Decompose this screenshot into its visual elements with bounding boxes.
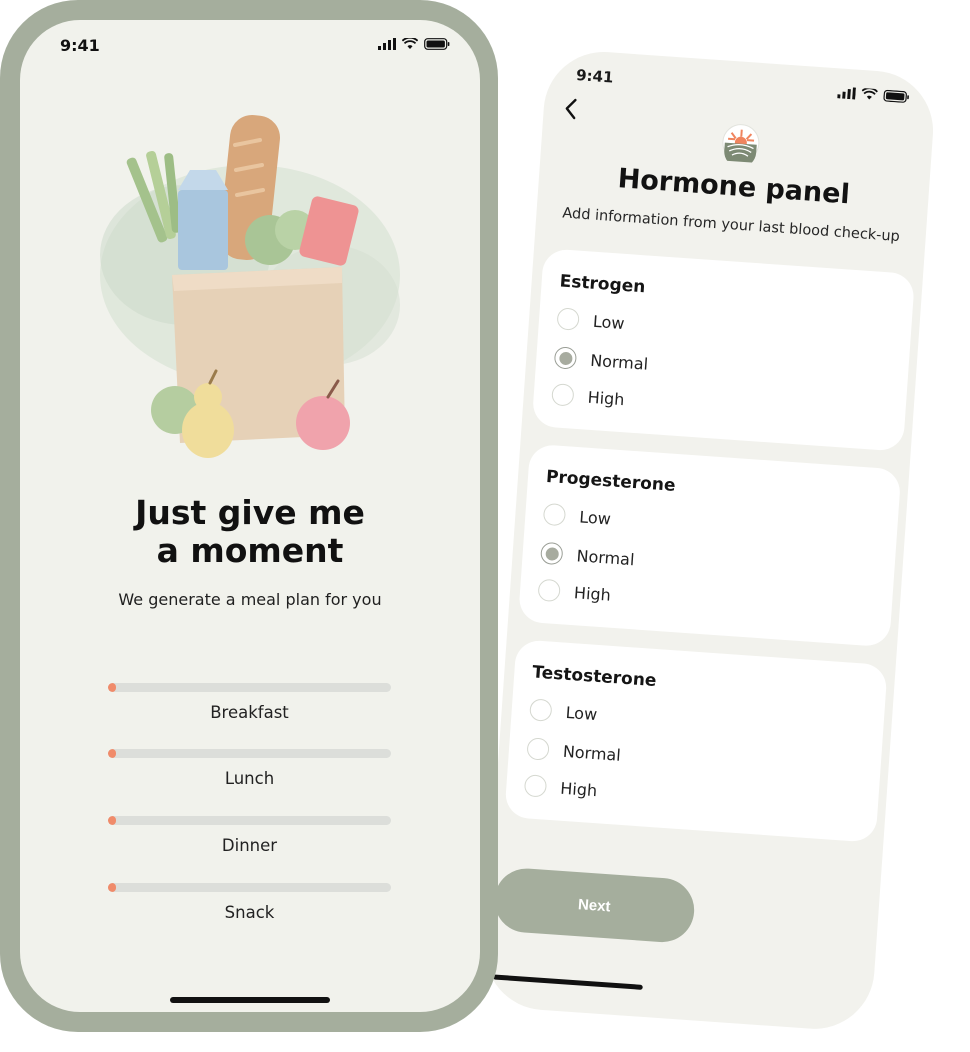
page-title-line1: Just give me bbox=[135, 493, 365, 532]
progress-label: Breakfast bbox=[210, 703, 289, 722]
status-time: 9:41 bbox=[575, 66, 615, 87]
status-time: 9:41 bbox=[60, 36, 100, 55]
progress-bar bbox=[108, 749, 391, 758]
option-label: Normal bbox=[576, 545, 636, 569]
option-progesterone-high[interactable]: High bbox=[537, 578, 612, 606]
radio-button-selected[interactable] bbox=[540, 541, 564, 566]
estrogen-card: Estrogen Low Normal High bbox=[531, 248, 916, 452]
radio-button-selected[interactable] bbox=[553, 346, 578, 370]
section-title: Progesterone bbox=[545, 466, 677, 496]
page-title: Just give me a moment bbox=[20, 494, 480, 570]
signal-icon bbox=[378, 38, 396, 50]
battery-icon bbox=[424, 38, 450, 50]
option-testosterone-high[interactable]: High bbox=[523, 774, 598, 801]
phone-meal-plan: 9:41 Just give me a moment We generate a… bbox=[0, 0, 498, 1032]
progress-fill bbox=[108, 883, 117, 892]
page-subtitle: We generate a meal plan for you bbox=[118, 590, 382, 609]
option-progesterone-normal[interactable]: Normal bbox=[540, 541, 636, 570]
option-label: Low bbox=[578, 506, 612, 529]
home-indicator[interactable] bbox=[492, 974, 643, 990]
radio-button[interactable] bbox=[526, 737, 550, 761]
option-label: Normal bbox=[589, 350, 649, 374]
option-label: High bbox=[573, 582, 612, 605]
radio-button[interactable] bbox=[556, 307, 580, 331]
progesterone-card: Progesterone Low Normal High bbox=[517, 443, 902, 648]
chevron-left-icon bbox=[565, 98, 577, 120]
option-progesterone-low[interactable]: Low bbox=[542, 502, 612, 530]
progress-fill bbox=[108, 749, 117, 758]
next-button[interactable]: Next bbox=[492, 866, 697, 945]
testosterone-card: Testosterone Low Normal High bbox=[504, 639, 888, 843]
option-estrogen-high[interactable]: High bbox=[551, 383, 625, 410]
wifi-icon bbox=[861, 87, 878, 100]
progress-lunch: Lunch bbox=[108, 749, 391, 788]
wifi-icon bbox=[402, 38, 418, 49]
option-estrogen-low[interactable]: Low bbox=[556, 307, 625, 334]
progress-snack: Snack bbox=[108, 883, 391, 922]
radio-button[interactable] bbox=[542, 502, 567, 527]
option-label: High bbox=[559, 778, 598, 800]
status-icons bbox=[837, 86, 910, 103]
signal-icon bbox=[837, 87, 856, 100]
radio-button[interactable] bbox=[537, 578, 561, 603]
radio-button[interactable] bbox=[529, 698, 553, 722]
app-logo bbox=[722, 124, 760, 163]
progress-label: Dinner bbox=[221, 836, 278, 855]
progress-label: Snack bbox=[224, 903, 275, 922]
grocery-bag-illustration bbox=[100, 114, 400, 458]
meal-plan-screen: 9:41 Just give me a moment We generate a… bbox=[20, 20, 480, 1012]
option-label: Normal bbox=[562, 741, 622, 765]
progress-bar bbox=[108, 816, 391, 825]
radio-button[interactable] bbox=[551, 383, 575, 407]
home-indicator[interactable] bbox=[170, 997, 330, 1003]
option-label: High bbox=[587, 387, 626, 409]
option-testosterone-normal[interactable]: Normal bbox=[526, 737, 621, 765]
progress-label: Lunch bbox=[224, 769, 275, 788]
section-title: Testosterone bbox=[531, 662, 658, 692]
option-label: Low bbox=[592, 311, 626, 333]
progress-bar bbox=[108, 883, 391, 892]
radio-button[interactable] bbox=[523, 774, 548, 798]
back-button[interactable] bbox=[563, 97, 579, 125]
hormone-panel-screen: 9:41 Hormone panel Add information from … bbox=[481, 48, 938, 1033]
progress-fill bbox=[108, 816, 117, 825]
progress-breakfast: Breakfast bbox=[108, 683, 391, 722]
section-title: Estrogen bbox=[559, 271, 646, 298]
status-icons bbox=[378, 38, 450, 50]
progress-bar bbox=[108, 683, 391, 692]
page-title-line2: a moment bbox=[156, 531, 344, 570]
option-label: Low bbox=[565, 702, 598, 724]
phone-hormone-panel: 9:41 Hormone panel Add information from … bbox=[481, 48, 938, 1033]
option-testosterone-low[interactable]: Low bbox=[529, 698, 598, 725]
progress-fill bbox=[108, 683, 117, 692]
option-estrogen-normal[interactable]: Normal bbox=[553, 346, 649, 374]
battery-icon bbox=[883, 89, 909, 103]
progress-dinner: Dinner bbox=[108, 816, 391, 855]
